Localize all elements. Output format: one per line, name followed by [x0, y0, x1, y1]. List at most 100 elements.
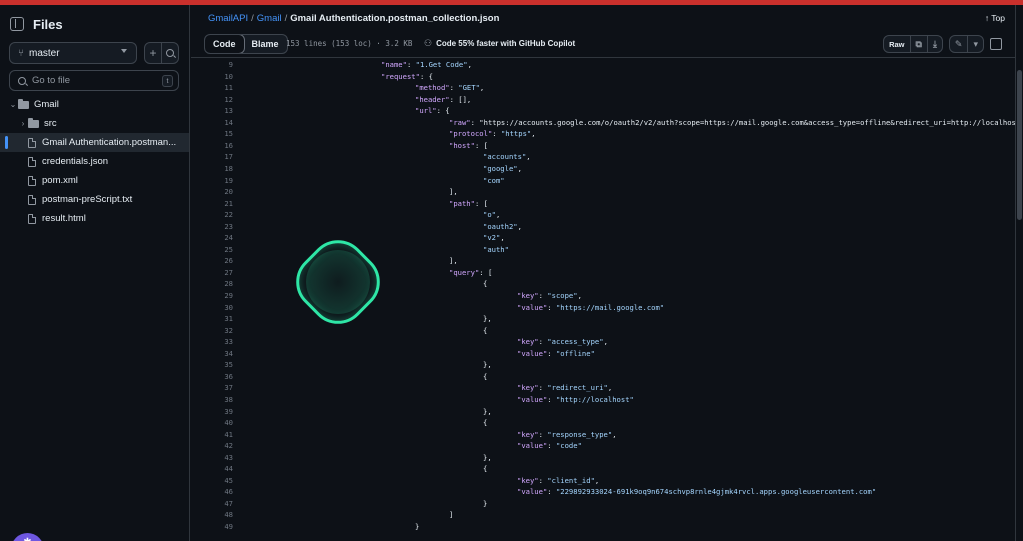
page-scrollbar[interactable]: [1015, 5, 1023, 541]
line-number[interactable]: 22: [191, 209, 233, 221]
line-number[interactable]: 32: [191, 325, 233, 337]
code-text: "accounts",: [483, 152, 531, 162]
tree-folder[interactable]: › src: [0, 114, 189, 133]
line-number[interactable]: 25: [191, 244, 233, 256]
code-text: "method": "GET",: [415, 83, 485, 93]
line-number[interactable]: 47: [191, 498, 233, 510]
line-number[interactable]: 16: [191, 140, 233, 152]
line-number[interactable]: 14: [191, 117, 233, 129]
breadcrumb: GmailAPI / Gmail / Gmail Authentication.post…: [208, 13, 499, 24]
tab-code[interactable]: Code: [204, 35, 245, 53]
code-text: "key": "response_type",: [517, 429, 617, 439]
line-number[interactable]: 17: [191, 151, 233, 163]
line-number[interactable]: 20: [191, 186, 233, 198]
tree-item-label: Gmail Authentication.postman...: [42, 137, 177, 148]
line-number[interactable]: 11: [191, 82, 233, 94]
code-line: 34 "value": "offline": [191, 348, 1015, 360]
line-number[interactable]: 10: [191, 71, 233, 83]
code-text: {: [483, 464, 488, 474]
edit-file-button[interactable]: ✎: [950, 36, 969, 52]
code-line: 20],: [191, 186, 1015, 198]
line-number[interactable]: 34: [191, 348, 233, 360]
copilot-icon: ⚇: [424, 38, 433, 48]
line-number[interactable]: 39: [191, 406, 233, 418]
line-number[interactable]: 26: [191, 255, 233, 267]
edit-options-button[interactable]: ▾: [968, 36, 983, 52]
view-mode-toggle: Code Blame: [204, 34, 288, 54]
code-text: "query": [: [449, 267, 493, 277]
code-text: "path": [: [449, 198, 488, 208]
tree-file[interactable]: pom.xml: [0, 171, 189, 190]
pencil-icon: ✎: [954, 38, 963, 49]
line-number[interactable]: 41: [191, 429, 233, 441]
code-line: 38 "value": "http://localhost": [191, 394, 1015, 406]
breadcrumb-repo-link[interactable]: GmailAPI: [208, 13, 248, 24]
line-number[interactable]: 21: [191, 198, 233, 210]
raw-actions-group: Raw ⧉ ⤓: [883, 35, 943, 53]
code-line: 47}: [191, 498, 1015, 510]
tree-folder[interactable]: ⌄ Gmail: [0, 95, 189, 114]
code-text: ]: [449, 510, 454, 520]
line-number[interactable]: 40: [191, 417, 233, 429]
go-to-file-input[interactable]: Go to file t: [9, 70, 179, 91]
line-number[interactable]: 30: [191, 302, 233, 314]
line-number[interactable]: 46: [191, 486, 233, 498]
scrollbar-thumb[interactable]: [1017, 70, 1022, 220]
symbols-panel-icon[interactable]: [990, 38, 1002, 50]
go-to-file-placeholder: Go to file: [32, 75, 71, 86]
code-text: "value": "https://mail.google.com": [517, 302, 665, 312]
raw-button[interactable]: Raw: [884, 36, 911, 52]
line-number[interactable]: 45: [191, 475, 233, 487]
line-number[interactable]: 27: [191, 267, 233, 279]
line-number[interactable]: 49: [191, 521, 233, 533]
download-raw-button[interactable]: ⤓: [928, 36, 942, 52]
code-text: "name": "1.Get Code",: [381, 60, 472, 69]
line-number[interactable]: 38: [191, 394, 233, 406]
line-number[interactable]: 24: [191, 232, 233, 244]
line-number[interactable]: 37: [191, 382, 233, 394]
search-icon: [166, 49, 174, 57]
line-number[interactable]: 23: [191, 221, 233, 233]
breadcrumb-separator: /: [284, 13, 288, 24]
tab-blame[interactable]: Blame: [244, 35, 287, 53]
breadcrumb-dir-link[interactable]: Gmail: [257, 13, 282, 24]
line-number[interactable]: 19: [191, 175, 233, 187]
line-number[interactable]: 13: [191, 105, 233, 117]
line-number[interactable]: 18: [191, 163, 233, 175]
line-number[interactable]: 12: [191, 94, 233, 106]
line-number[interactable]: 48: [191, 509, 233, 521]
sidebar-title: Files: [33, 16, 63, 32]
tree-file[interactable]: postman-preScript.txt: [0, 190, 189, 209]
line-number[interactable]: 33: [191, 336, 233, 348]
code-text: },: [483, 360, 492, 370]
copy-raw-button[interactable]: ⧉: [911, 36, 928, 52]
line-number[interactable]: 43: [191, 452, 233, 464]
code-line: 49}: [191, 521, 1015, 533]
line-number[interactable]: 44: [191, 463, 233, 475]
tree-item-label: credentials.json: [42, 156, 109, 167]
line-number[interactable]: 42: [191, 440, 233, 452]
line-number[interactable]: 28: [191, 278, 233, 290]
line-number[interactable]: 29: [191, 290, 233, 302]
line-number[interactable]: 35: [191, 359, 233, 371]
line-number[interactable]: 31: [191, 313, 233, 325]
code-text: "raw": "https://accounts.google.com/o/oa…: [449, 117, 1015, 127]
copilot-chat-button[interactable]: ✱: [11, 533, 44, 541]
scroll-to-top-link[interactable]: ↑ Top: [985, 13, 1005, 23]
file-meta: 153 lines (153 loc) · 3.2 KB: [286, 39, 413, 48]
add-file-button[interactable]: +: [144, 42, 162, 64]
breadcrumb-current-file: Gmail Authentication.postman_collection.…: [290, 13, 500, 24]
tree-file[interactable]: result.html: [0, 209, 189, 228]
code-text: "oauth2",: [483, 221, 522, 231]
branch-selector[interactable]: ⑂ master: [9, 42, 137, 64]
line-number[interactable]: 9: [191, 59, 233, 71]
line-number[interactable]: 36: [191, 371, 233, 383]
line-number[interactable]: 15: [191, 128, 233, 140]
copilot-promo-link[interactable]: ⚇ Code 55% faster with GitHub Copilot: [424, 38, 575, 49]
tree-file[interactable]: Gmail Authentication.postman...: [0, 133, 189, 152]
collapse-panel-icon[interactable]: [10, 17, 24, 31]
code-line: 21 "path": [: [191, 198, 1015, 210]
code-text: {: [483, 325, 488, 335]
search-files-button[interactable]: [161, 42, 179, 64]
tree-file[interactable]: credentials.json: [0, 152, 189, 171]
